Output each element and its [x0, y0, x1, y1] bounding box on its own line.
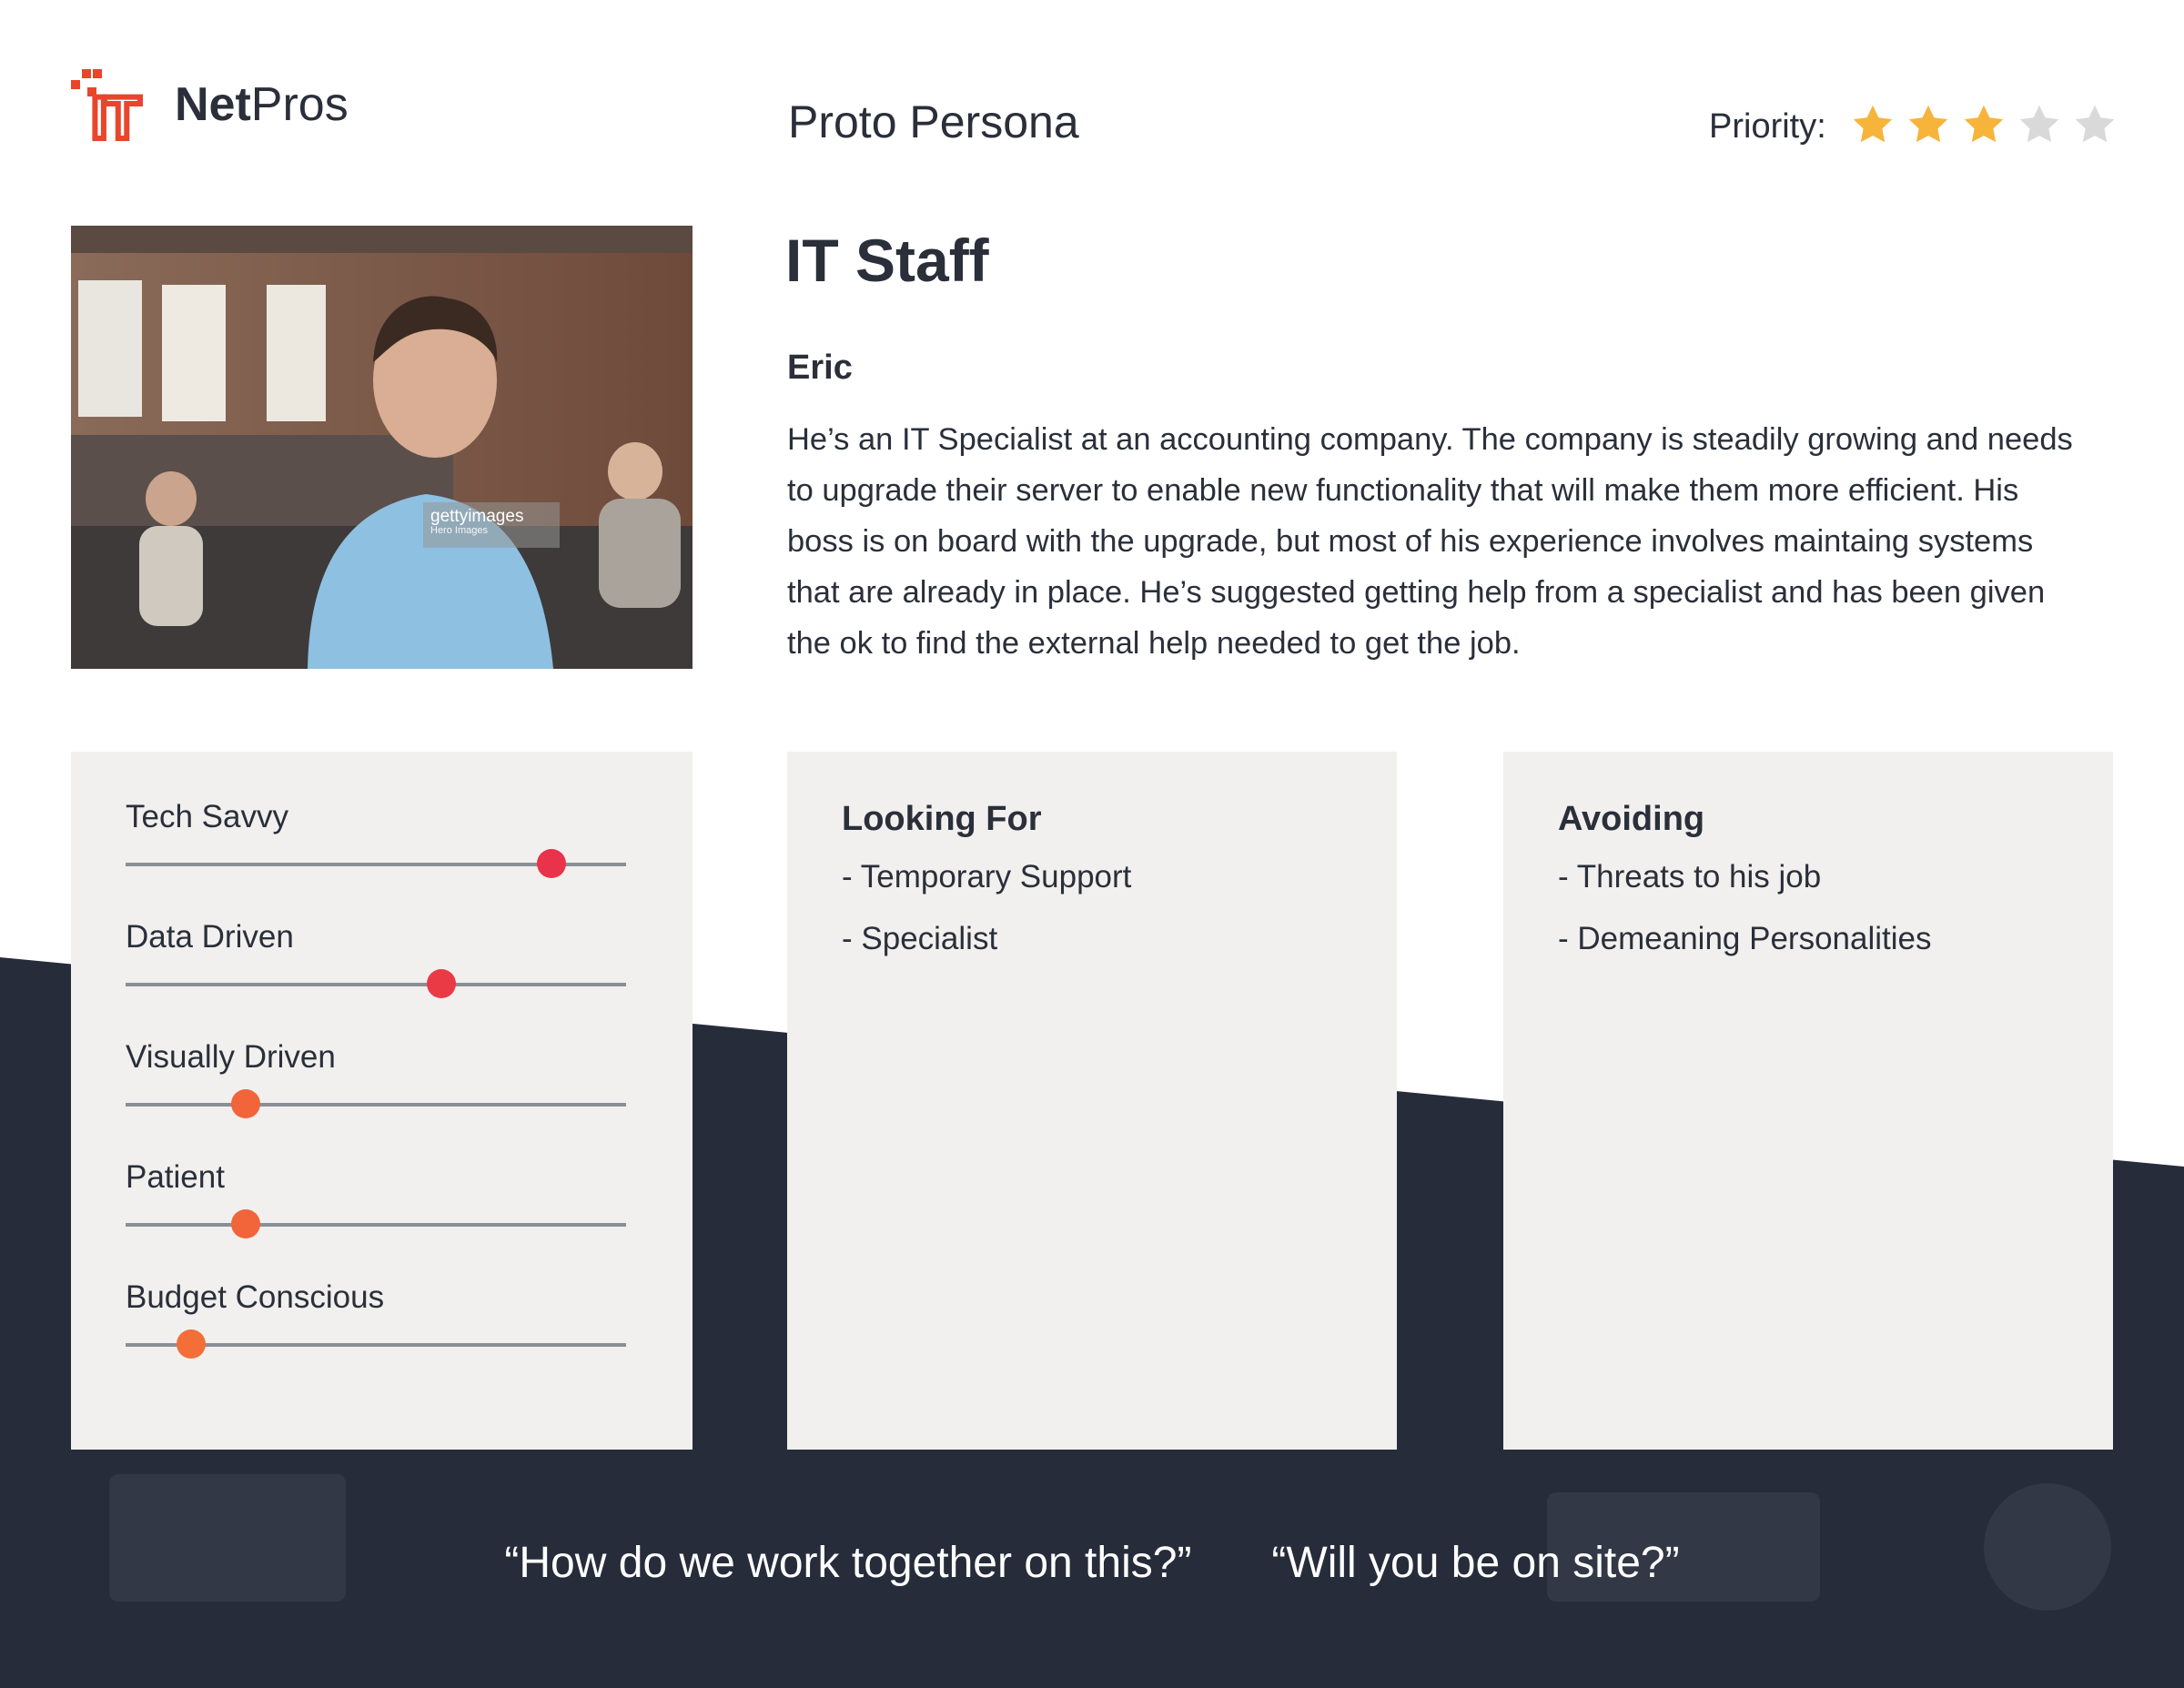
trait-knob — [426, 969, 456, 998]
star-filled-icon — [1908, 105, 1948, 143]
trait-label: Visually Driven — [126, 1039, 336, 1075]
looking-for-list: - Temporary Support - Specialist — [842, 859, 1131, 983]
trait-slider: Patient — [126, 1159, 626, 1238]
trait-label: Data Driven — [126, 919, 294, 955]
avoiding-card: Avoiding - Threats to his job - Demeanin… — [1503, 752, 2113, 1450]
netpros-logo[interactable]: IT NetPros — [71, 64, 349, 151]
trait-slider: Visually Driven — [126, 1039, 626, 1118]
avoiding-list: - Threats to his job - Demeaning Persona… — [1558, 859, 1931, 983]
priority-label: Priority: — [1709, 107, 1826, 146]
trait-knob — [536, 849, 566, 878]
page-title: Proto Persona — [788, 96, 1079, 147]
persona-photo: gettyimages Hero Images — [71, 226, 693, 669]
looking-for-heading: Looking For — [842, 800, 1042, 838]
star-filled-icon — [1853, 105, 1893, 143]
persona-role-title: IT Staff — [785, 227, 989, 294]
trait-label: Tech Savvy — [126, 799, 288, 834]
logo-mark-letters: IT — [88, 84, 144, 151]
looking-for-card: Looking For - Temporary Support - Specia… — [787, 752, 1397, 1450]
trait-label: Budget Conscious — [126, 1279, 385, 1315]
logo-wordmark: NetPros — [175, 78, 349, 131]
trait-slider: Budget Conscious — [126, 1279, 626, 1359]
trait-track — [126, 1223, 626, 1227]
trait-track — [126, 983, 626, 986]
list-item: - Demeaning Personalities — [1558, 921, 1932, 956]
star-empty-icon — [2019, 105, 2059, 143]
list-item: - Threats to his job — [1558, 859, 1822, 895]
trait-knob — [231, 1209, 260, 1238]
trait-knob — [231, 1089, 260, 1118]
trait-slider: Data Driven — [126, 919, 626, 998]
logo-mark-icon: IT — [71, 64, 171, 151]
quote: “Will you be on site?” — [1271, 1539, 1680, 1587]
trait-label: Patient — [126, 1159, 225, 1195]
list-item: - Specialist — [842, 921, 998, 956]
trait-track — [126, 1103, 626, 1107]
persona-name: Eric — [787, 349, 853, 387]
avoiding-heading: Avoiding — [1558, 800, 1705, 838]
priority-rating: Priority: — [1709, 102, 2128, 152]
star-rating — [1850, 102, 2128, 152]
quote: “How do we work together on this?” — [504, 1539, 1192, 1587]
trait-knob — [176, 1329, 206, 1359]
persona-quotes: “How do we work together on this?” “Will… — [0, 1538, 2184, 1588]
star-filled-icon — [1964, 105, 2004, 143]
watermark: gettyimages Hero Images — [423, 502, 560, 548]
list-item: - Temporary Support — [842, 859, 1132, 895]
trait-slider: Tech Savvy — [126, 799, 626, 878]
star-empty-icon — [2075, 105, 2115, 143]
traits-card: Tech Savvy Data Driven Visually Driven Pati… — [71, 752, 693, 1450]
persona-bio: He’s an IT Specialist at an accounting c… — [787, 422, 2073, 661]
